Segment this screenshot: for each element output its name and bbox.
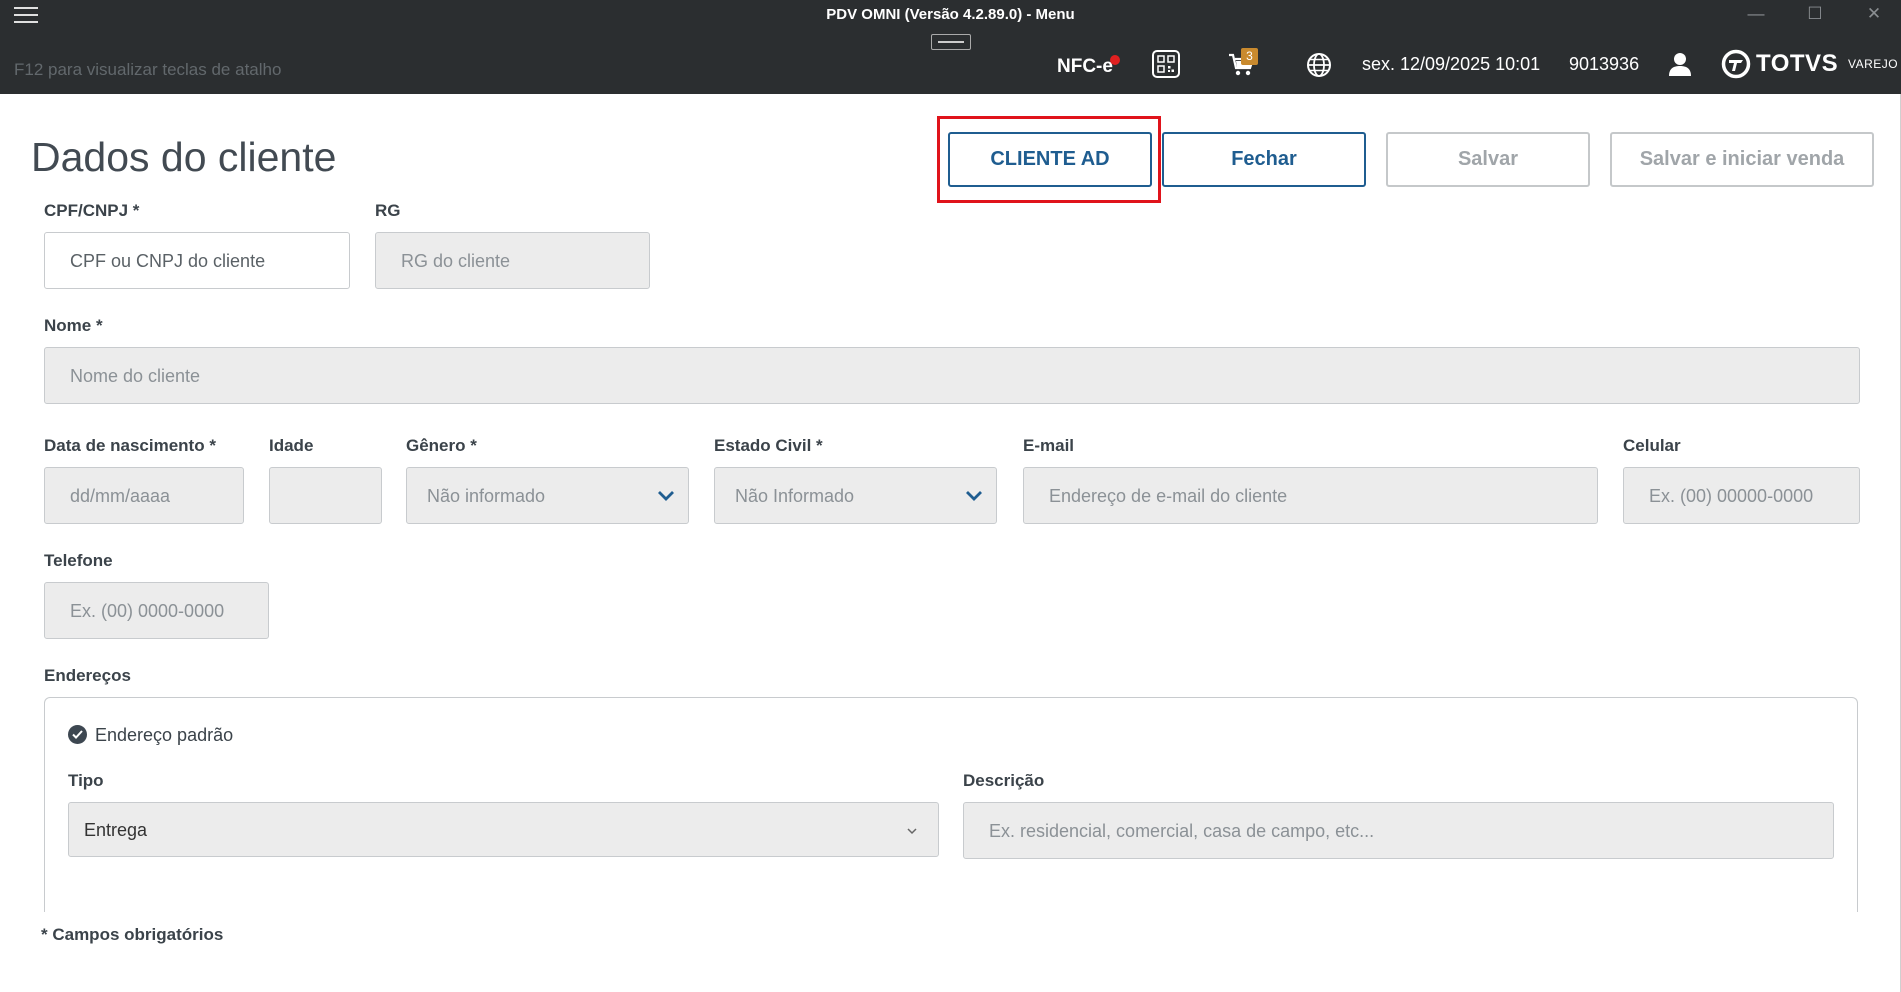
- nfce-status-button[interactable]: NFC-e: [1057, 56, 1113, 78]
- phone-input[interactable]: Ex. (00) 0000-0000: [44, 582, 269, 639]
- default-address-label: Endereço padrão: [95, 725, 234, 745]
- chevron-down-icon: [907, 828, 917, 835]
- address-description-placeholder: Ex. residencial, comercial, casa de camp…: [989, 821, 1375, 841]
- mobile-input[interactable]: Ex. (00) 00000-0000: [1623, 467, 1860, 524]
- phone-label: Telefone: [44, 551, 113, 570]
- title-bar: PDV OMNI (Versão 4.2.89.0) - Menu — ☐ ✕ …: [0, 0, 1901, 94]
- addresses-label: Endereços: [44, 666, 131, 685]
- rg-label: RG: [375, 201, 401, 220]
- chevron-down-icon: [658, 491, 674, 501]
- gender-value: Não informado: [427, 486, 546, 506]
- default-address-checkbox[interactable]: [68, 725, 87, 744]
- keyboard-toggle-button[interactable]: [931, 34, 971, 50]
- close-button[interactable]: Fechar: [1162, 132, 1366, 187]
- gender-select[interactable]: Não informado: [406, 467, 689, 524]
- user-icon[interactable]: [1667, 51, 1693, 77]
- qr-code-icon[interactable]: [1152, 50, 1180, 78]
- name-label: Nome *: [44, 316, 103, 335]
- save-button[interactable]: Salvar: [1386, 132, 1590, 187]
- birthdate-input[interactable]: dd/mm/aaaa: [44, 467, 244, 524]
- rg-placeholder: RG do cliente: [401, 251, 511, 271]
- datetime-display: sex. 12/09/2025 10:01: [1362, 54, 1541, 74]
- name-input[interactable]: Nome do cliente: [44, 347, 1860, 404]
- close-window-button[interactable]: ✕: [1856, 2, 1892, 28]
- shortcut-hint: F12 para visualizar teclas de atalho: [14, 60, 282, 79]
- mobile-label: Celular: [1623, 436, 1681, 455]
- marital-status-label: Estado Civil *: [714, 436, 823, 455]
- totvs-logo-icon: [1721, 49, 1751, 79]
- minimize-button[interactable]: —: [1738, 2, 1774, 28]
- cart-count-badge: 3: [1241, 48, 1258, 65]
- brand-name: TOTVS: [1756, 50, 1839, 77]
- required-fields-note: * Campos obrigatórios: [41, 925, 224, 944]
- marital-status-select[interactable]: Não Informado: [714, 467, 997, 524]
- operator-id: 9013936: [1569, 54, 1640, 74]
- marital-status-value: Não Informado: [735, 486, 855, 506]
- address-description-label: Descrição: [963, 771, 1045, 790]
- check-icon: [72, 730, 83, 739]
- birthdate-label: Data de nascimento *: [44, 436, 216, 455]
- page-title: Dados do cliente: [31, 134, 337, 180]
- gender-label: Gênero *: [406, 436, 477, 455]
- rg-input[interactable]: RG do cliente: [375, 232, 650, 289]
- cpf-label: CPF/CNPJ *: [44, 201, 140, 220]
- save-and-start-sale-button[interactable]: Salvar e iniciar venda: [1610, 132, 1874, 187]
- age-input[interactable]: [269, 467, 382, 524]
- cliente-ad-button[interactable]: CLIENTE AD: [948, 132, 1152, 187]
- address-type-select[interactable]: Entrega: [68, 802, 939, 857]
- maximize-button[interactable]: ☐: [1797, 2, 1833, 28]
- nfce-status-dot: [1110, 55, 1120, 65]
- globe-icon[interactable]: [1306, 52, 1332, 78]
- birthdate-placeholder: dd/mm/aaaa: [70, 486, 171, 506]
- address-description-input[interactable]: Ex. residencial, comercial, casa de camp…: [963, 802, 1834, 859]
- name-placeholder: Nome do cliente: [70, 366, 201, 386]
- email-input[interactable]: Endereço de e-mail do cliente: [1023, 467, 1598, 524]
- address-type-label: Tipo: [68, 771, 104, 790]
- brand-subtitle: VAREJO: [1848, 57, 1899, 71]
- age-label: Idade: [269, 436, 314, 455]
- phone-placeholder: Ex. (00) 0000-0000: [70, 601, 225, 621]
- email-label: E-mail: [1023, 436, 1075, 455]
- window-title: PDV OMNI (Versão 4.2.89.0) - Menu: [826, 6, 1075, 23]
- cpf-input[interactable]: CPF ou CNPJ do cliente: [44, 232, 350, 289]
- email-placeholder: Endereço de e-mail do cliente: [1049, 486, 1288, 506]
- chevron-down-icon: [966, 491, 982, 501]
- address-type-value: Entrega: [84, 820, 148, 840]
- cpf-placeholder: CPF ou CNPJ do cliente: [70, 251, 266, 271]
- mobile-placeholder: Ex. (00) 00000-0000: [1649, 486, 1814, 506]
